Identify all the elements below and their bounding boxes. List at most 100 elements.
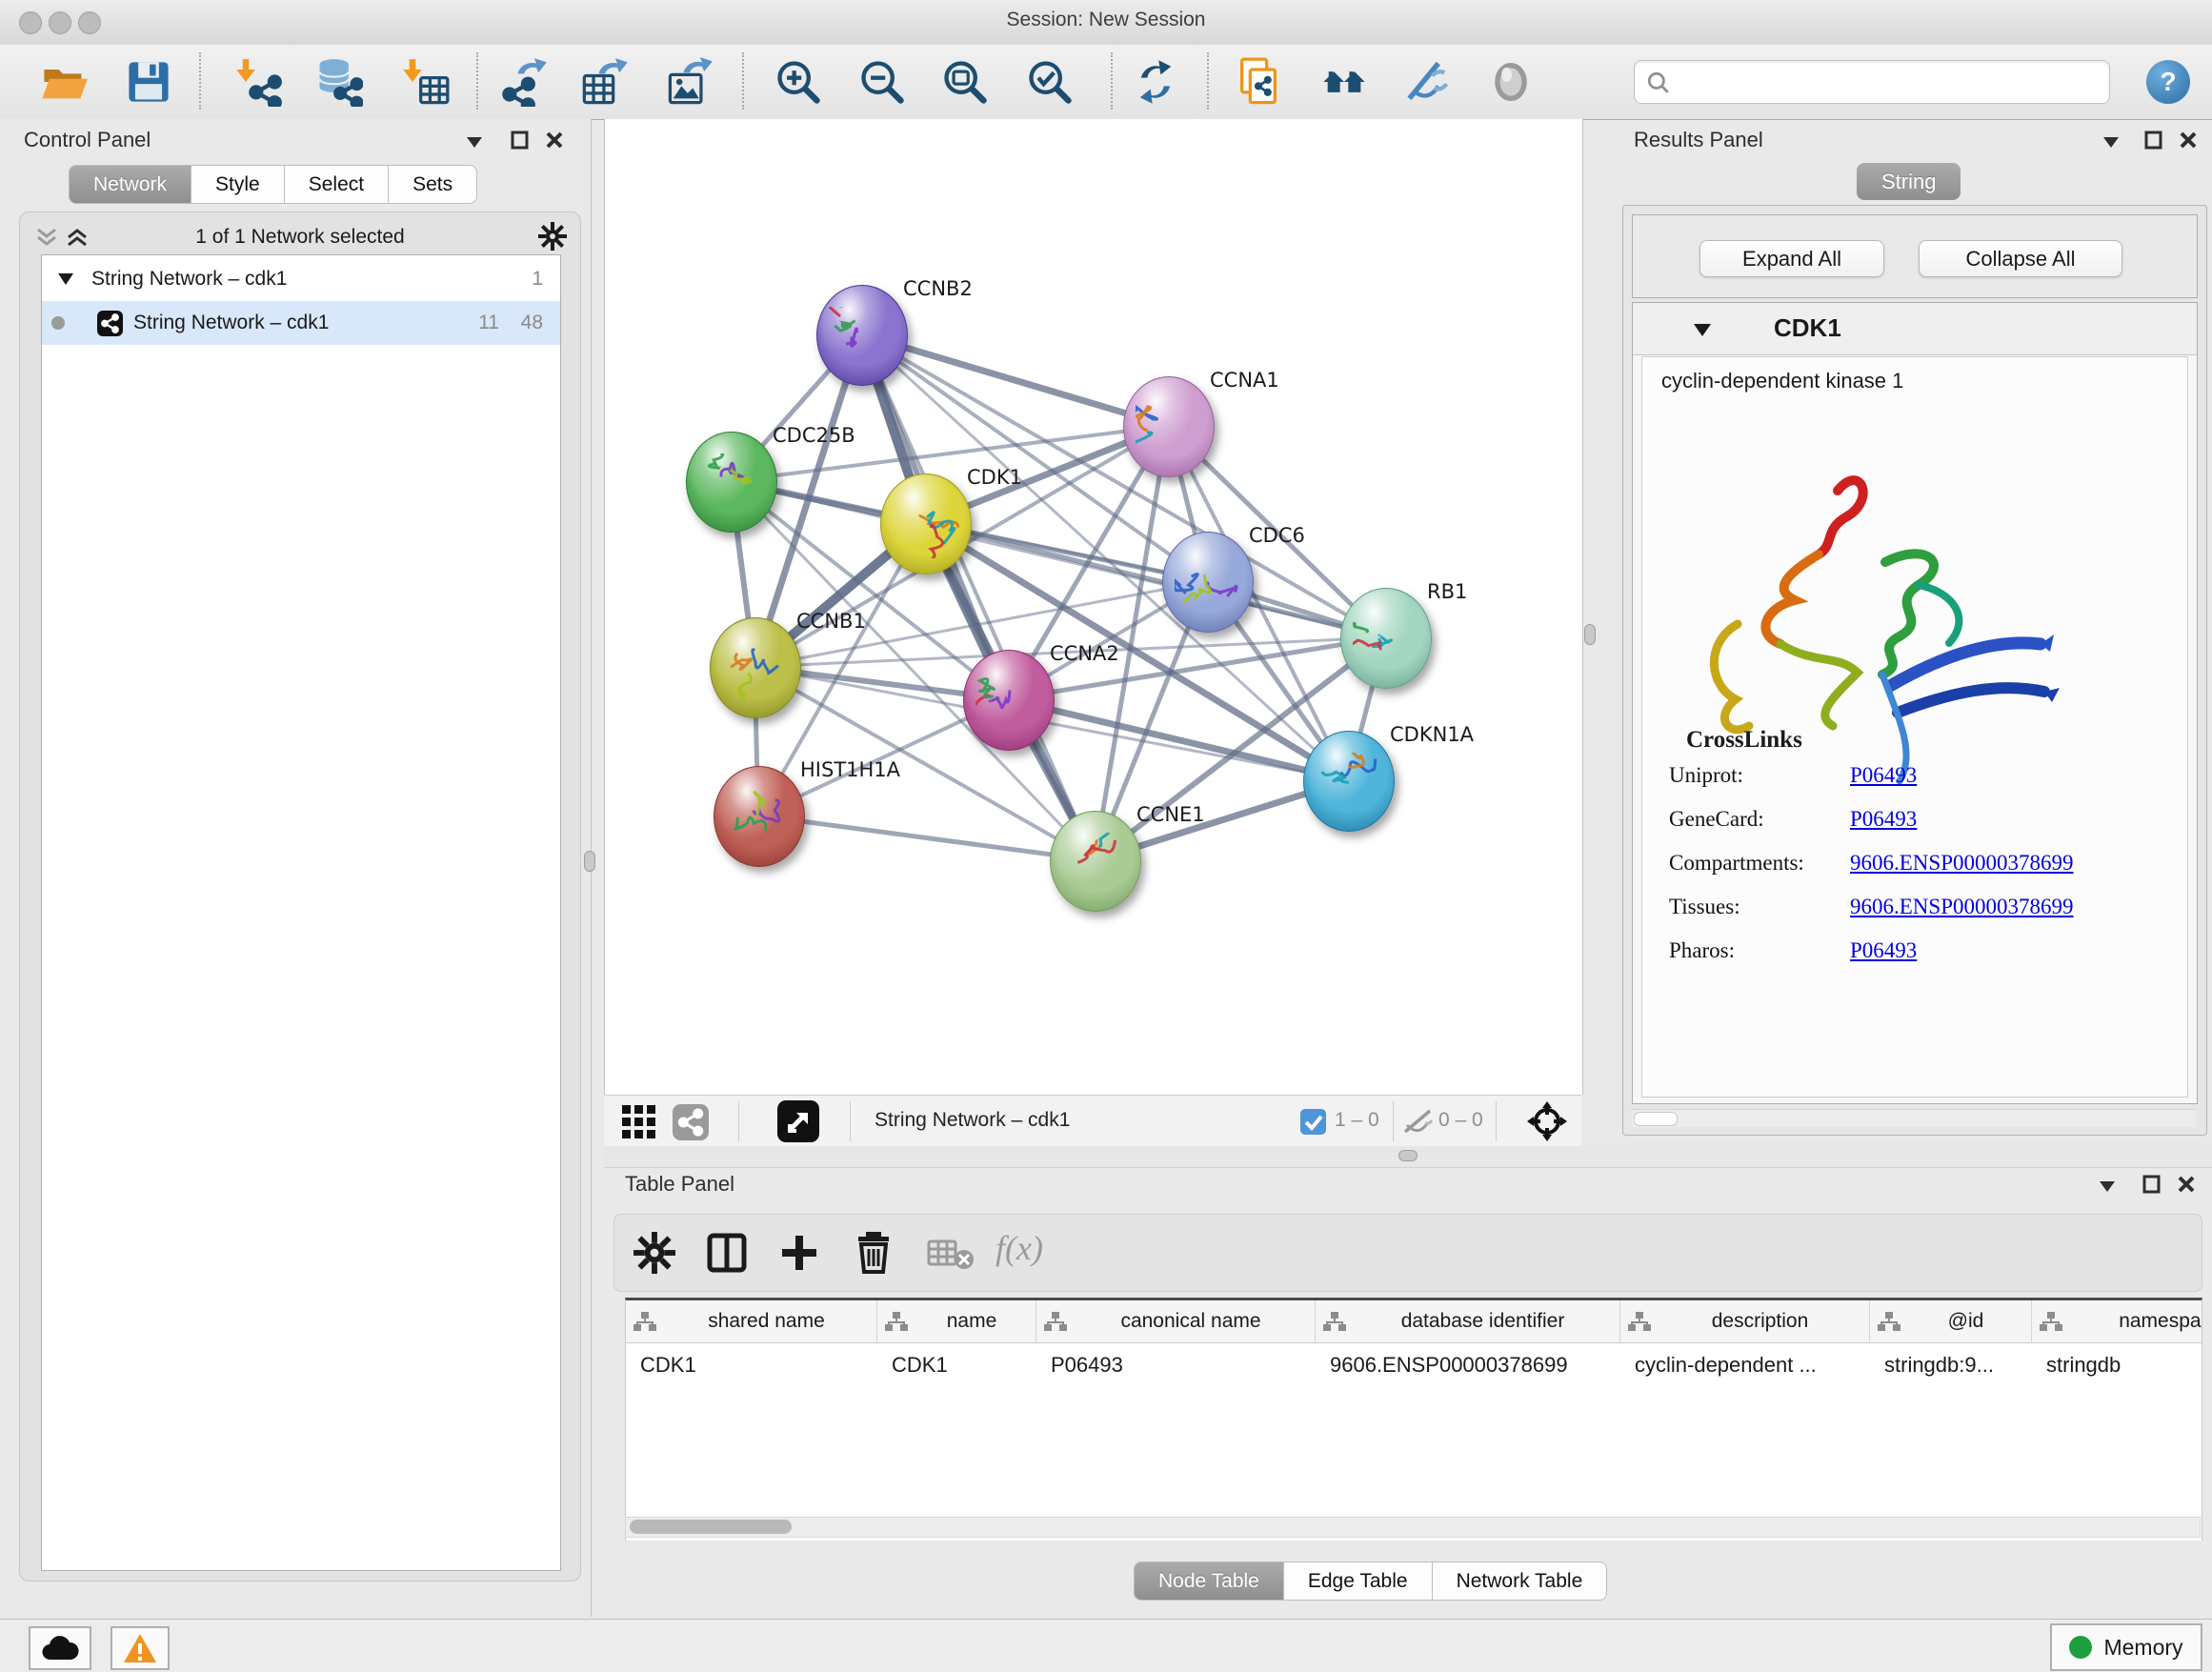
node-CDC25B[interactable] <box>686 432 777 533</box>
memory-button[interactable]: Memory <box>2050 1623 2202 1671</box>
table-panel-close-icon[interactable] <box>2177 1175 2196 1194</box>
crosslink-link[interactable]: P06493 <box>1850 763 1917 788</box>
fit-center-crosshair-icon[interactable] <box>1526 1100 1568 1142</box>
copy-icon[interactable] <box>1234 57 1283 107</box>
edge-HIST1H1A-CCNE1[interactable] <box>758 816 1095 860</box>
zoom-fit-icon[interactable] <box>940 57 990 107</box>
node-HIST1H1A[interactable] <box>714 766 805 867</box>
tab-edge-table[interactable]: Edge Table <box>1284 1561 1433 1601</box>
warning-button[interactable] <box>111 1626 170 1670</box>
results-scrollbar-thumb[interactable] <box>1634 1112 1678 1126</box>
node-RB1[interactable] <box>1340 588 1432 689</box>
column-header-database-identifier[interactable]: database identifier <box>1316 1300 1620 1342</box>
network-edges <box>605 119 1582 1095</box>
column-header-name[interactable]: name <box>877 1300 1036 1342</box>
tab-network[interactable]: Network <box>69 165 191 204</box>
detach-view-icon[interactable] <box>777 1100 819 1142</box>
column-header-shared-name[interactable]: shared name <box>626 1300 877 1342</box>
node-CCNA1[interactable] <box>1123 376 1215 477</box>
crosslink-link[interactable]: 9606.ENSP00000378699 <box>1850 895 2074 919</box>
table-cell[interactable]: cyclin-dependent ... <box>1620 1343 1870 1387</box>
table-cell[interactable]: P06493 <box>1036 1343 1316 1387</box>
selected-nodes-checkbox-icon[interactable] <box>1300 1109 1326 1135</box>
network-overview-icon[interactable] <box>673 1104 709 1140</box>
results-panel-maximize-icon[interactable] <box>2144 131 2163 150</box>
help-icon[interactable]: ? <box>2146 60 2190 104</box>
column-header-namespace[interactable]: namespace <box>2032 1300 2202 1342</box>
open-session-icon[interactable] <box>39 57 89 107</box>
table-cell[interactable]: 9606.ENSP00000378699 <box>1316 1343 1620 1387</box>
hidden-elements-icon[interactable] <box>1402 1108 1433 1135</box>
column-header-@id[interactable]: @id <box>1870 1300 2032 1342</box>
node-CDC6[interactable] <box>1162 532 1254 633</box>
edge-CCNB2-CCNE1[interactable] <box>861 334 1095 860</box>
node-CDK1[interactable] <box>880 473 972 574</box>
expand-all-button[interactable]: Expand All <box>1699 240 1884 277</box>
control-panel-close-icon[interactable] <box>545 131 564 150</box>
export-network-icon[interactable] <box>499 57 549 107</box>
node-CCNE1[interactable] <box>1050 811 1141 912</box>
network-collection-row[interactable]: String Network – cdk1 1 <box>42 257 560 301</box>
add-column-icon[interactable] <box>778 1232 820 1274</box>
table-cell[interactable]: stringdb:9... <box>1870 1343 2032 1387</box>
import-network-database-icon[interactable] <box>313 57 363 107</box>
column-header-canonical-name[interactable]: canonical name <box>1036 1300 1316 1342</box>
refresh-icon[interactable] <box>1131 57 1180 107</box>
results-panel-float-icon[interactable] <box>2101 135 2121 149</box>
table-panel-maximize-icon[interactable] <box>2142 1175 2162 1194</box>
show-all-levels-icon[interactable] <box>1319 57 1369 107</box>
delete-column-icon[interactable] <box>853 1230 895 1274</box>
column-header-description[interactable]: description <box>1620 1300 1870 1342</box>
tab-select[interactable]: Select <box>285 165 389 204</box>
horizontal-splitter-handle[interactable] <box>1398 1150 1418 1161</box>
tab-sets[interactable]: Sets <box>389 165 477 204</box>
export-image-icon[interactable] <box>665 57 714 107</box>
save-session-icon[interactable] <box>124 57 173 107</box>
search-input[interactable] <box>1680 65 2103 99</box>
node-CCNB1[interactable] <box>710 617 801 718</box>
grid-view-icon[interactable] <box>621 1104 657 1140</box>
control-panel-maximize-icon[interactable] <box>511 131 530 150</box>
results-panel-close-icon[interactable] <box>2179 131 2198 150</box>
show-details-icon[interactable] <box>1486 57 1536 107</box>
table-cell[interactable]: CDK1 <box>877 1343 1036 1387</box>
tab-network-table[interactable]: Network Table <box>1433 1561 1608 1601</box>
cloud-button[interactable] <box>29 1626 91 1670</box>
table-row[interactable]: CDK1CDK1P064939606.ENSP00000378699cyclin… <box>626 1343 2202 1387</box>
node-CDKN1A[interactable] <box>1303 731 1395 832</box>
tree-expander-icon[interactable] <box>57 272 74 286</box>
gene-collapse-icon[interactable] <box>1692 322 1713 337</box>
node-CCNA2[interactable] <box>963 650 1055 751</box>
crosslink-row: Compartments:9606.ENSP00000378699 <box>1669 851 2183 889</box>
results-scrollbar[interactable] <box>1632 1109 2196 1127</box>
hide-details-icon[interactable] <box>1403 57 1453 107</box>
gene-header-row[interactable]: CDK1 <box>1633 303 2197 355</box>
tab-node-table[interactable]: Node Table <box>1134 1561 1284 1601</box>
edge-CCNB2-CCNA1[interactable] <box>861 334 1168 426</box>
table-options-gear-icon[interactable] <box>633 1232 675 1274</box>
crosslink-link[interactable]: 9606.ENSP00000378699 <box>1850 851 2074 876</box>
zoom-in-icon[interactable] <box>774 57 823 107</box>
table-hscrollbar-thumb[interactable] <box>630 1520 792 1534</box>
network-canvas[interactable]: CCNB2CCNA1CDC25BCDK1CDC6RB1CCNB1CCNA2CDK… <box>604 119 1583 1095</box>
left-splitter-handle[interactable] <box>584 851 595 872</box>
zoom-out-icon[interactable] <box>857 57 907 107</box>
crosslink-link[interactable]: P06493 <box>1850 807 1917 832</box>
zoom-selected-icon[interactable] <box>1025 57 1075 107</box>
table-hscrollbar[interactable] <box>625 1517 2201 1538</box>
control-panel-float-icon[interactable] <box>465 135 484 149</box>
table-cell[interactable]: stringdb <box>2032 1343 2202 1387</box>
export-table-icon[interactable] <box>580 57 630 107</box>
network-options-gear-icon[interactable] <box>538 222 567 251</box>
table-cell[interactable]: CDK1 <box>626 1343 877 1387</box>
show-columns-icon[interactable] <box>706 1232 748 1274</box>
tab-style[interactable]: Style <box>191 165 285 204</box>
node-CCNB2[interactable] <box>816 285 908 386</box>
collapse-all-button[interactable]: Collapse All <box>1919 240 2122 277</box>
tab-string[interactable]: String <box>1857 163 1961 200</box>
network-row-selected[interactable]: String Network – cdk1 11 48 <box>42 301 560 345</box>
table-panel-float-icon[interactable] <box>2098 1179 2117 1193</box>
import-table-file-icon[interactable] <box>400 57 450 107</box>
import-network-file-icon[interactable] <box>233 57 283 107</box>
crosslink-link[interactable]: P06493 <box>1850 938 1917 963</box>
